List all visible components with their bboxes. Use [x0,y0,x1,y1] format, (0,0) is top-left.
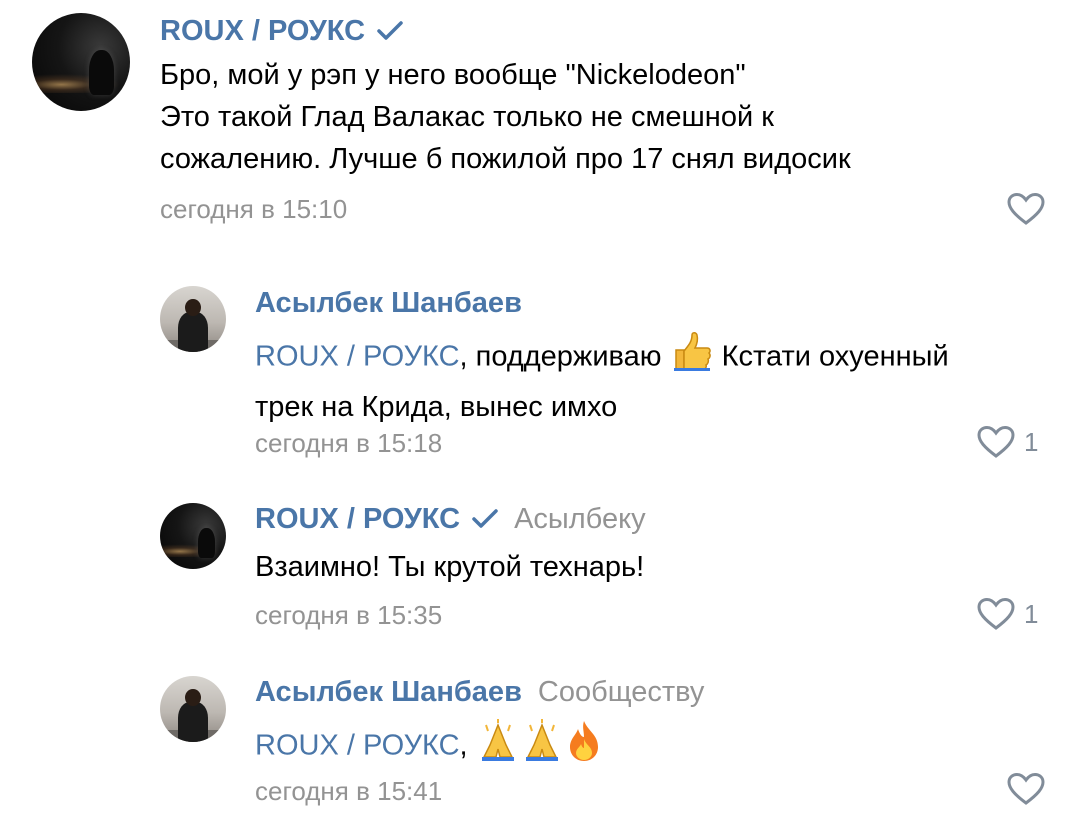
heart-icon [1006,192,1046,226]
like-count: 1 [1024,426,1039,457]
reply-to-label[interactable]: Асылбеку [514,503,646,536]
comment-text: ROUX / РОУКС, [255,719,1055,775]
like-button[interactable]: 1 [976,425,1038,459]
avatar[interactable] [160,503,226,569]
verified-check-icon [472,509,498,529]
comment-author[interactable]: Асылбек Шанбаев [255,676,522,709]
like-button[interactable] [1006,192,1046,226]
comment-time: сегодня в 15:41 [255,776,443,806]
mention-link[interactable]: ROUX / РОУКС [255,730,460,762]
comment-author[interactable]: Асылбек Шанбаев [255,287,522,320]
comment-author[interactable]: ROUX / РОУКС [160,15,365,48]
thumbs-up-emoji [670,330,714,386]
comment-time: сегодня в 15:35 [255,600,443,630]
heart-icon [976,597,1016,631]
like-count: 1 [1024,598,1039,629]
like-button[interactable] [1006,772,1046,806]
verified-check-icon [377,21,403,41]
folded-hands-emoji [520,719,564,775]
fire-emoji [564,719,604,775]
avatar[interactable] [32,13,130,111]
comment-time: сегодня в 15:10 [160,194,348,224]
reply-to-label[interactable]: Сообществу [538,676,705,709]
comment-text: Бро, мой у рэп у него вообще "Nickelodeo… [160,59,851,175]
comment-text: Взаимно! Ты крутой технарь! [255,551,645,583]
heart-icon [976,425,1016,459]
comment-text: ROUX / РОУКС, поддерживаю Кстати охуенны… [255,330,1055,428]
comment-author[interactable]: ROUX / РОУКС [255,503,460,536]
avatar[interactable] [160,676,226,742]
avatar[interactable] [160,286,226,352]
folded-hands-emoji [476,719,520,775]
comment-time: сегодня в 15:18 [255,428,443,458]
heart-icon [1006,772,1046,806]
like-button[interactable]: 1 [976,597,1038,631]
mention-link[interactable]: ROUX / РОУКС [255,341,460,373]
